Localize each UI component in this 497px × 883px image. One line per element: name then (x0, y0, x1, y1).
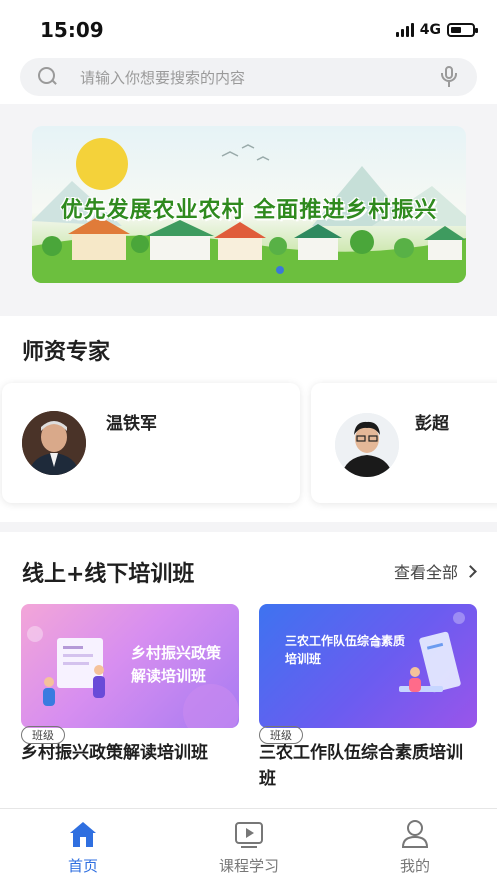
course-image: 乡村振兴政策 解读培训班 (21, 604, 239, 728)
avatar (335, 413, 399, 477)
tab-label: 课程学习 (218, 857, 279, 875)
caption-line-2: 解读培训班 (131, 666, 207, 685)
banner-title: 优先发展农业农村 全面推进乡村振兴 (60, 197, 438, 223)
user-icon (399, 819, 431, 849)
search-placeholder: 请输入你想要搜索的内容 (80, 68, 246, 87)
course-image-caption: 乡村振兴政策 解读培训班 (131, 642, 221, 687)
banner-carousel[interactable]: 优先发展农业农村 全面推进乡村振兴 (32, 126, 466, 283)
see-all-link[interactable]: 查看全部 (393, 559, 477, 583)
search-input[interactable]: 请输入你想要搜索的内容 (20, 58, 477, 96)
network-label: 4G (419, 22, 441, 38)
tab-label: 我的 (399, 857, 430, 875)
avatar (22, 411, 86, 475)
tab-home[interactable]: 首页 (23, 819, 143, 876)
home-icon (67, 819, 99, 849)
signal-icon (395, 23, 414, 37)
course-tag: 班级 (21, 726, 65, 744)
course-image: 三农工作队伍综合素质 培训班 (259, 604, 477, 728)
caption-line-2: 培训班 (285, 652, 322, 666)
search-icon (38, 67, 58, 87)
expert-name: 温铁军 (106, 414, 157, 434)
course-title: 三农工作队伍综合素质培训班 (259, 743, 463, 790)
course-image-caption: 三农工作队伍综合素质 培训班 (285, 632, 405, 668)
caption-line-1: 三农工作队伍综合素质 (285, 634, 406, 648)
tab-course-study[interactable]: 课程学习 (189, 819, 309, 876)
video-play-icon (233, 819, 265, 849)
course-tag: 班级 (259, 726, 303, 744)
chevron-right-icon (464, 564, 477, 578)
expert-name: 彭超 (415, 414, 449, 434)
courses-section-title: 线上+线下培训班 (22, 562, 195, 587)
courses-section: 线上+线下培训班 查看全部 乡村振兴政策 解读培训班 乡村振兴政策解读培训班 三… (0, 532, 497, 808)
status-indicators: 4G (395, 22, 478, 38)
status-bar: 15:09 4G (0, 0, 497, 56)
tab-label: 首页 (67, 857, 98, 875)
expert-card[interactable]: 彭超 (311, 383, 497, 503)
search-bar-container: 请输入你想要搜索的内容 (0, 56, 497, 104)
banner-area: 优先发展农业农村 全面推进乡村振兴 (0, 104, 497, 316)
expert-card[interactable]: 温铁军 (2, 383, 300, 503)
tab-mine[interactable]: 我的 (355, 819, 475, 876)
bottom-tab-bar: 首页 课程学习 我的 (0, 808, 497, 883)
battery-icon (447, 23, 478, 37)
caption-line-1: 乡村振兴政策 (131, 644, 222, 662)
see-all-label: 查看全部 (393, 563, 458, 582)
microphone-icon[interactable] (439, 66, 459, 88)
experts-section-title: 师资专家 (22, 340, 111, 365)
course-card[interactable]: 三农工作队伍综合素质 培训班 三农工作队伍综合素质培训班 (259, 604, 477, 793)
carousel-indicator-dot (276, 266, 284, 274)
status-time: 15:09 (40, 18, 104, 42)
experts-section: 师资专家 温铁军 彭超 (0, 316, 497, 522)
